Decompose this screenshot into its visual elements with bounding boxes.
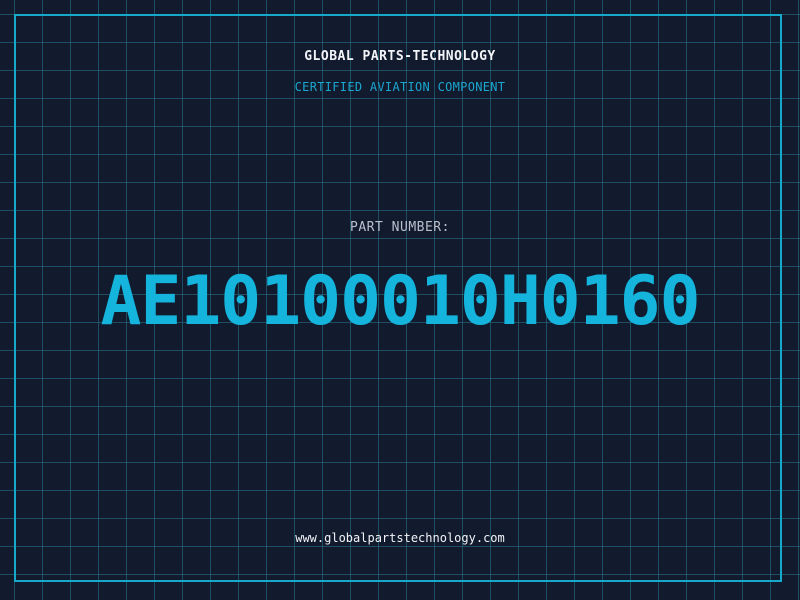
certification-tagline: CERTIFIED AVIATION COMPONENT bbox=[294, 80, 506, 94]
website-url: www.globalpartstechnology.com bbox=[295, 531, 505, 545]
company-name: GLOBAL PARTS-TECHNOLOGY bbox=[304, 49, 496, 64]
part-number-value: AE10100010H0160 bbox=[100, 262, 700, 341]
part-number-label: PART NUMBER: bbox=[350, 220, 450, 235]
label-card: GLOBAL PARTS-TECHNOLOGY CERTIFIED AVIATI… bbox=[0, 0, 800, 600]
